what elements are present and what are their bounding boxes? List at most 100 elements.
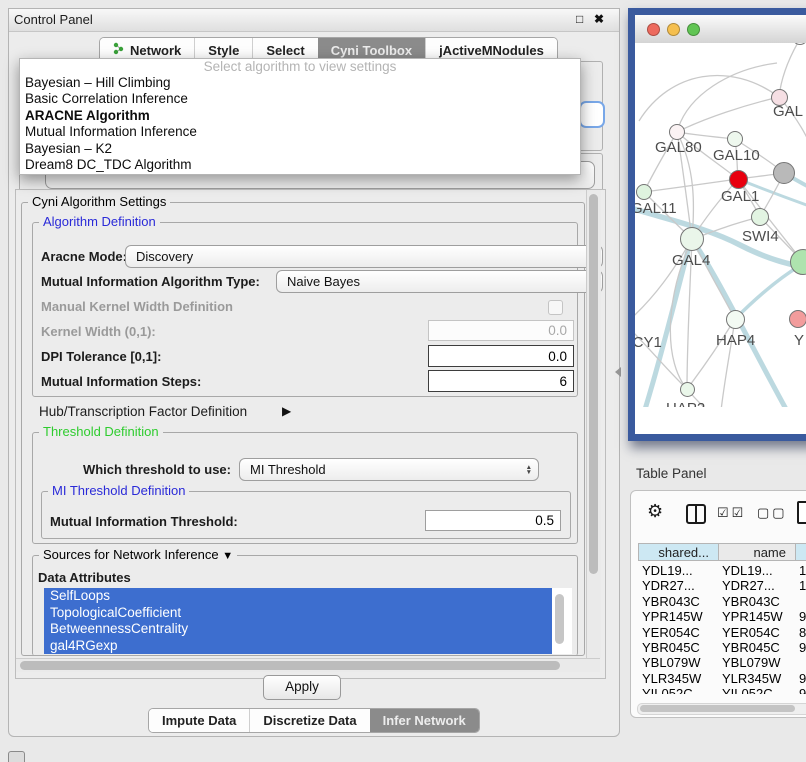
node-label-hap4: HAP4 — [716, 332, 755, 349]
tab-style-label: Style — [208, 43, 239, 58]
network-view-window: GAL GAL80 GAL10 GAL1 GAL11 SWI4 GAL4 GCY… — [628, 8, 806, 441]
control-panel-title: Control Panel — [14, 12, 93, 27]
minimized-panel-chip[interactable] — [8, 751, 25, 762]
mi-steps-field[interactable] — [428, 370, 574, 392]
table-row[interactable]: YIL052CYIL052C9 — [639, 686, 806, 694]
network-node-gal11[interactable] — [636, 184, 652, 200]
screen: Control Panel □ ✖ Network Style Select C… — [0, 0, 806, 762]
tab-impute-data-label: Impute Data — [162, 713, 236, 728]
network-node-gal10[interactable] — [727, 131, 743, 147]
cyni-settings-group-title: Cyni Algorithm Settings — [28, 194, 170, 209]
algorithm-option[interactable]: Bayesian – Hill Climbing — [20, 75, 580, 91]
column-header-shared-name[interactable]: shared... — [638, 543, 719, 561]
column-header-partial[interactable]: A — [795, 543, 806, 561]
window-zoom-button[interactable] — [687, 23, 700, 36]
table-row[interactable]: YBL079WYBL079W — [639, 655, 806, 670]
tab-network-label: Network — [130, 43, 181, 58]
close-window-icon[interactable]: ✖ — [594, 12, 604, 26]
node-label-gal80: GAL80 — [655, 139, 702, 156]
tab-infer-network-label: Infer Network — [383, 713, 466, 728]
algorithm-option[interactable]: Dream8 DC_TDC Algorithm — [20, 157, 580, 173]
apply-button[interactable]: Apply — [263, 675, 341, 700]
network-node-gal4[interactable] — [680, 227, 704, 251]
float-window-icon[interactable]: □ — [576, 12, 583, 26]
node-label-gal10: GAL10 — [713, 147, 760, 164]
mi-steps-label: Mutual Information Steps: — [41, 374, 201, 389]
list-scrollbar-thumb[interactable] — [555, 594, 564, 644]
mi-algorithm-type-select[interactable]: Naive Bayes ▲▼ — [276, 270, 603, 293]
deselect-all-checkboxes-icon[interactable]: ▢▢ — [757, 505, 788, 521]
algorithm-option[interactable]: Bayesian – K2 — [20, 141, 580, 157]
algorithm-option[interactable]: Basic Correlation Inference — [20, 91, 580, 107]
table-row[interactable]: YPR145WYPR145W9. — [639, 609, 806, 624]
tab-discretize-data-label: Discretize Data — [263, 713, 356, 728]
settings-vertical-scrollbar-thumb[interactable] — [589, 194, 598, 574]
table-row[interactable]: YDL19...YDL19...13... — [639, 563, 806, 578]
algorithm-option[interactable]: Mutual Information Inference — [20, 124, 580, 140]
spinner-arrows-icon: ▲▼ — [526, 465, 532, 475]
network-node-hap4[interactable] — [726, 310, 745, 329]
settings-vertical-scrollbar[interactable] — [586, 190, 601, 658]
which-threshold-select[interactable]: MI Threshold ▲▼ — [239, 458, 539, 481]
attribute-item[interactable]: SelfLoops — [44, 588, 552, 605]
manual-kernel-width-checkbox[interactable] — [548, 300, 563, 315]
window-minimize-button[interactable] — [667, 23, 680, 36]
attribute-item[interactable]: TopologicalCoefficient — [44, 605, 552, 622]
dpi-tolerance-field[interactable] — [428, 345, 574, 367]
node-label-hap2: HAP2 — [666, 400, 705, 407]
table-horizontal-scrollbar[interactable] — [637, 703, 806, 715]
attribute-item[interactable]: gal4RGexp — [44, 638, 552, 655]
table-row[interactable]: YDR27...YDR27...12... — [639, 578, 806, 593]
column-header-name[interactable]: name — [718, 543, 796, 561]
which-threshold-value: MI Threshold — [250, 462, 326, 477]
tab-impute-data[interactable]: Impute Data — [149, 709, 249, 732]
sources-title-text: Sources for Network Inference — [43, 547, 219, 562]
kernel-width-field[interactable] — [428, 320, 574, 341]
table-row[interactable]: YER054CYER054C8. — [639, 625, 806, 640]
network-node-swi4[interactable] — [751, 208, 769, 226]
algorithm-option-selected[interactable]: ARACNE Algorithm — [20, 108, 580, 124]
bottom-tabbar: Impute Data Discretize Data Infer Networ… — [148, 708, 480, 733]
tab-cyni-toolbox-label: Cyni Toolbox — [331, 43, 412, 58]
window-close-button[interactable] — [647, 23, 660, 36]
table-row[interactable]: YBR045CYBR045C9. — [639, 640, 806, 655]
table-row[interactable]: YBR043CYBR043C — [639, 594, 806, 609]
settings-horizontal-scrollbar-thumb[interactable] — [20, 661, 560, 670]
select-all-checkboxes-icon[interactable]: ☑☑ — [717, 505, 746, 521]
tab-discretize-data[interactable]: Discretize Data — [249, 709, 369, 732]
table-row[interactable]: YLR345WYLR345W9. — [639, 671, 806, 686]
node-label-gal11: GAL11 — [635, 200, 677, 217]
tab-select-label: Select — [266, 43, 304, 58]
expand-arrow-icon[interactable]: ▶ — [282, 404, 291, 418]
network-node-gal80[interactable] — [669, 124, 685, 140]
aracne-mode-label: Aracne Mode: — [41, 249, 127, 264]
network-canvas[interactable]: GAL GAL80 GAL10 GAL1 GAL11 SWI4 GAL4 GCY… — [635, 43, 806, 407]
split-view-icon[interactable] — [686, 504, 706, 524]
hidden-combo-focus-fragment — [579, 101, 605, 128]
aracne-mode-select[interactable]: Discovery ▲▼ — [125, 245, 603, 268]
new-table-icon[interactable] — [797, 501, 806, 524]
attribute-item[interactable]: BetweennessCentrality — [44, 621, 552, 638]
network-node-hap2[interactable] — [680, 382, 695, 397]
dpi-tolerance-label: DPI Tolerance [0,1]: — [41, 349, 161, 364]
control-panel-window: Control Panel □ ✖ Network Style Select C… — [8, 8, 620, 737]
table-panel-title: Table Panel — [636, 466, 707, 481]
network-window-titlebar — [635, 15, 806, 44]
network-node-gray[interactable] — [773, 162, 795, 184]
manual-kernel-width-label: Manual Kernel Width Definition — [41, 299, 233, 314]
table-horizontal-scrollbar-thumb[interactable] — [640, 705, 795, 712]
hub-definition-label: Hub/Transcription Factor Definition — [39, 404, 247, 419]
node-label-gal4: GAL4 — [672, 252, 710, 269]
network-node-salmon[interactable] — [789, 310, 806, 328]
collapse-arrow-icon[interactable]: ▼ — [222, 550, 233, 562]
mi-algorithm-type-label: Mutual Information Algorithm Type: — [41, 274, 260, 289]
tab-infer-network[interactable]: Infer Network — [370, 709, 479, 732]
settings-scrollpane: Cyni Algorithm Settings Algorithm Defini… — [15, 189, 606, 679]
panel-splitter-handle-icon[interactable] — [615, 367, 621, 377]
gear-icon[interactable]: ⚙ — [647, 501, 663, 522]
mi-threshold-field[interactable] — [425, 510, 561, 531]
threshold-definition-group: Threshold Definition Which threshold to … — [32, 432, 578, 544]
network-node-gal1-red[interactable] — [729, 170, 748, 189]
settings-horizontal-scrollbar[interactable] — [16, 658, 600, 672]
control-panel-titlebar: Control Panel □ ✖ — [9, 9, 619, 32]
